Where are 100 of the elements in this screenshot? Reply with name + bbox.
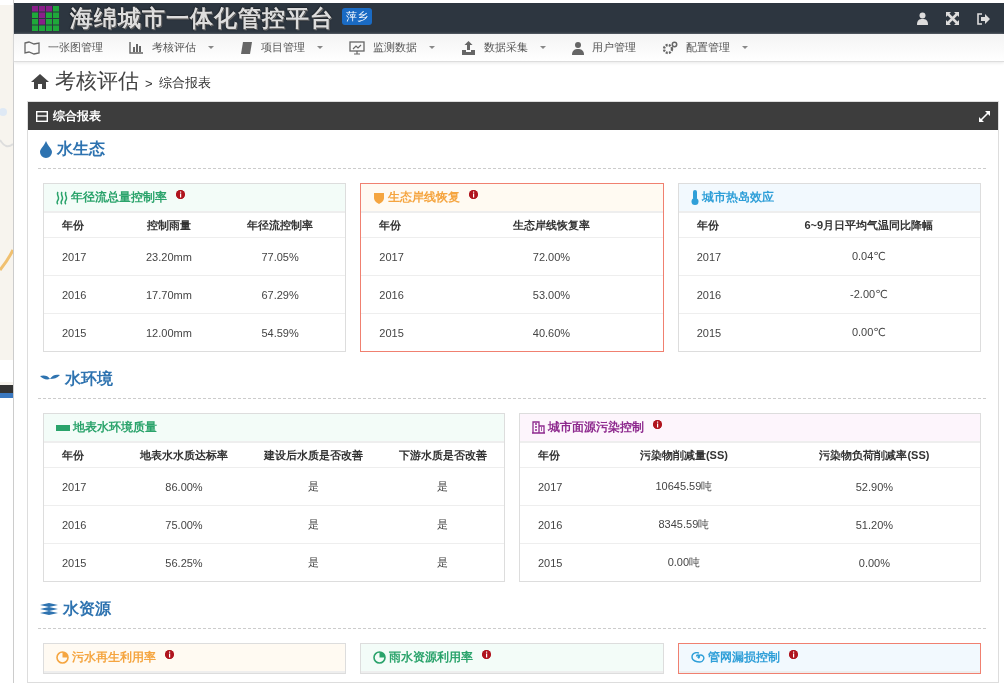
- column-header: 下游水质是否改善: [381, 443, 504, 468]
- nav-item[interactable]: 配置管理: [662, 36, 748, 60]
- thermometer-icon: [690, 190, 699, 205]
- table-cell: 52.90%: [768, 467, 980, 506]
- breadcrumb-item: 综合报表: [158, 74, 211, 93]
- table-cell: 是: [381, 505, 504, 544]
- table-cell: 0.00%: [768, 543, 980, 581]
- column-header: 年份: [520, 443, 599, 468]
- card-title: 城市热岛效应: [701, 189, 774, 206]
- column-header: 年份: [361, 213, 441, 238]
- nav-item[interactable]: 项目管理: [240, 36, 323, 60]
- table-cell: 是: [245, 505, 382, 544]
- nav-item[interactable]: 考核评估: [129, 36, 214, 60]
- table-cell: 是: [245, 543, 382, 581]
- user-icon[interactable]: [917, 12, 928, 26]
- layers-icon: [40, 603, 58, 615]
- table-cell: -2.00℃: [757, 275, 980, 314]
- nav-item[interactable]: 用户管理: [572, 36, 636, 60]
- column-header: 污染物负荷削减率(SS): [768, 443, 980, 468]
- expand-icon[interactable]: [979, 110, 990, 122]
- bar-icon: [56, 424, 70, 431]
- info-icon[interactable]: [653, 420, 662, 429]
- column-header: 6~9月日平均气温同比降幅: [757, 213, 980, 238]
- table-cell: 2017: [361, 237, 441, 276]
- nav-item[interactable]: 一张图管理: [24, 36, 103, 60]
- card-title: 城市面源污染控制: [548, 419, 644, 436]
- column-header: 年份: [44, 443, 123, 468]
- table-cell: 0.00吨: [599, 543, 769, 581]
- table-cell: 86.00%: [123, 467, 245, 506]
- table-cell: 2015: [520, 543, 599, 581]
- column-header: 生态岸线恢复率: [440, 213, 663, 238]
- table-cell: 72.00%: [440, 237, 663, 276]
- table-cell: 0.00℃: [757, 313, 980, 351]
- nav-item[interactable]: 数据采集: [461, 36, 546, 60]
- column-header: 年径流控制率: [214, 213, 346, 238]
- building-icon: [532, 421, 545, 434]
- card-title: 地表水环境质量: [73, 419, 157, 436]
- table-cell: 77.05%: [214, 237, 346, 276]
- section-title: 水生态: [57, 138, 105, 159]
- table-icon: [36, 110, 48, 122]
- info-icon[interactable]: [165, 650, 174, 659]
- table-cell: 12.00mm: [123, 313, 215, 351]
- book-icon: [240, 40, 253, 55]
- info-icon[interactable]: [469, 190, 479, 199]
- table-cell: 40.60%: [440, 313, 663, 351]
- table-cell: 2016: [44, 275, 123, 314]
- table-cell: 是: [381, 543, 504, 581]
- table-cell: 2015: [44, 543, 123, 581]
- info-icon[interactable]: [788, 650, 798, 659]
- table-cell: 2016: [44, 505, 123, 544]
- info-icon[interactable]: [176, 190, 185, 199]
- table-cell: 2015: [44, 313, 123, 351]
- map-icon: [24, 40, 40, 55]
- upload-icon: [461, 40, 476, 55]
- table-cell: 是: [245, 467, 382, 506]
- spiral-icon: [690, 651, 705, 664]
- table-cell: 17.70mm: [123, 275, 215, 314]
- column-header: 年份: [678, 213, 758, 238]
- monitor-icon: [349, 40, 365, 55]
- nav-item[interactable]: 监测数据: [349, 36, 435, 60]
- table-cell: 56.25%: [123, 543, 245, 581]
- user-icon: [572, 40, 584, 55]
- table-cell: 2015: [361, 313, 441, 351]
- card-title: 雨水资源利用率: [389, 649, 474, 666]
- card-title: 管网漏损控制: [707, 649, 780, 666]
- pie-chart-icon: [56, 651, 69, 664]
- table-cell: 8345.59吨: [599, 505, 769, 544]
- pie-chart-icon: [373, 651, 387, 664]
- table-cell: 2017: [520, 467, 599, 506]
- table-cell: 2017: [44, 237, 123, 276]
- column-header: 建设后水质是否改善: [245, 443, 382, 468]
- table-cell: 0.04℃: [757, 237, 980, 276]
- table-cell: 10645.59吨: [599, 467, 769, 506]
- shield-icon: [373, 191, 386, 204]
- column-header: 地表水水质达标率: [123, 443, 245, 468]
- logout-icon[interactable]: [977, 12, 990, 25]
- table-cell: 是: [381, 467, 504, 506]
- card-title: 年径流总量控制率: [71, 189, 167, 206]
- table-cell: 2017: [44, 467, 123, 506]
- section-title: 水资源: [63, 598, 111, 619]
- table-cell: 2016: [678, 275, 758, 314]
- panel-title: 综合报表: [53, 107, 101, 125]
- city-badge: 萍乡: [342, 8, 372, 26]
- table-cell: 23.20mm: [123, 237, 215, 276]
- card-title: 污水再生利用率: [72, 649, 156, 666]
- gears-icon: [662, 40, 678, 55]
- table-cell: 2015: [678, 313, 758, 351]
- info-icon[interactable]: [482, 650, 492, 659]
- table-cell: 53.00%: [440, 275, 663, 314]
- section-title: 水环境: [65, 368, 113, 389]
- fullscreen-icon[interactable]: [946, 12, 959, 26]
- logo-icon: [32, 5, 60, 32]
- column-header: 年份: [44, 213, 123, 238]
- table-cell: 2016: [520, 505, 599, 544]
- table-cell: 67.29%: [214, 275, 346, 314]
- card-title: 生态岸线恢复: [388, 189, 461, 206]
- breadcrumb-separator: >: [145, 75, 153, 91]
- column-header: 控制雨量: [123, 213, 215, 238]
- home-icon[interactable]: [31, 73, 49, 89]
- water-drop-icon: [40, 140, 52, 158]
